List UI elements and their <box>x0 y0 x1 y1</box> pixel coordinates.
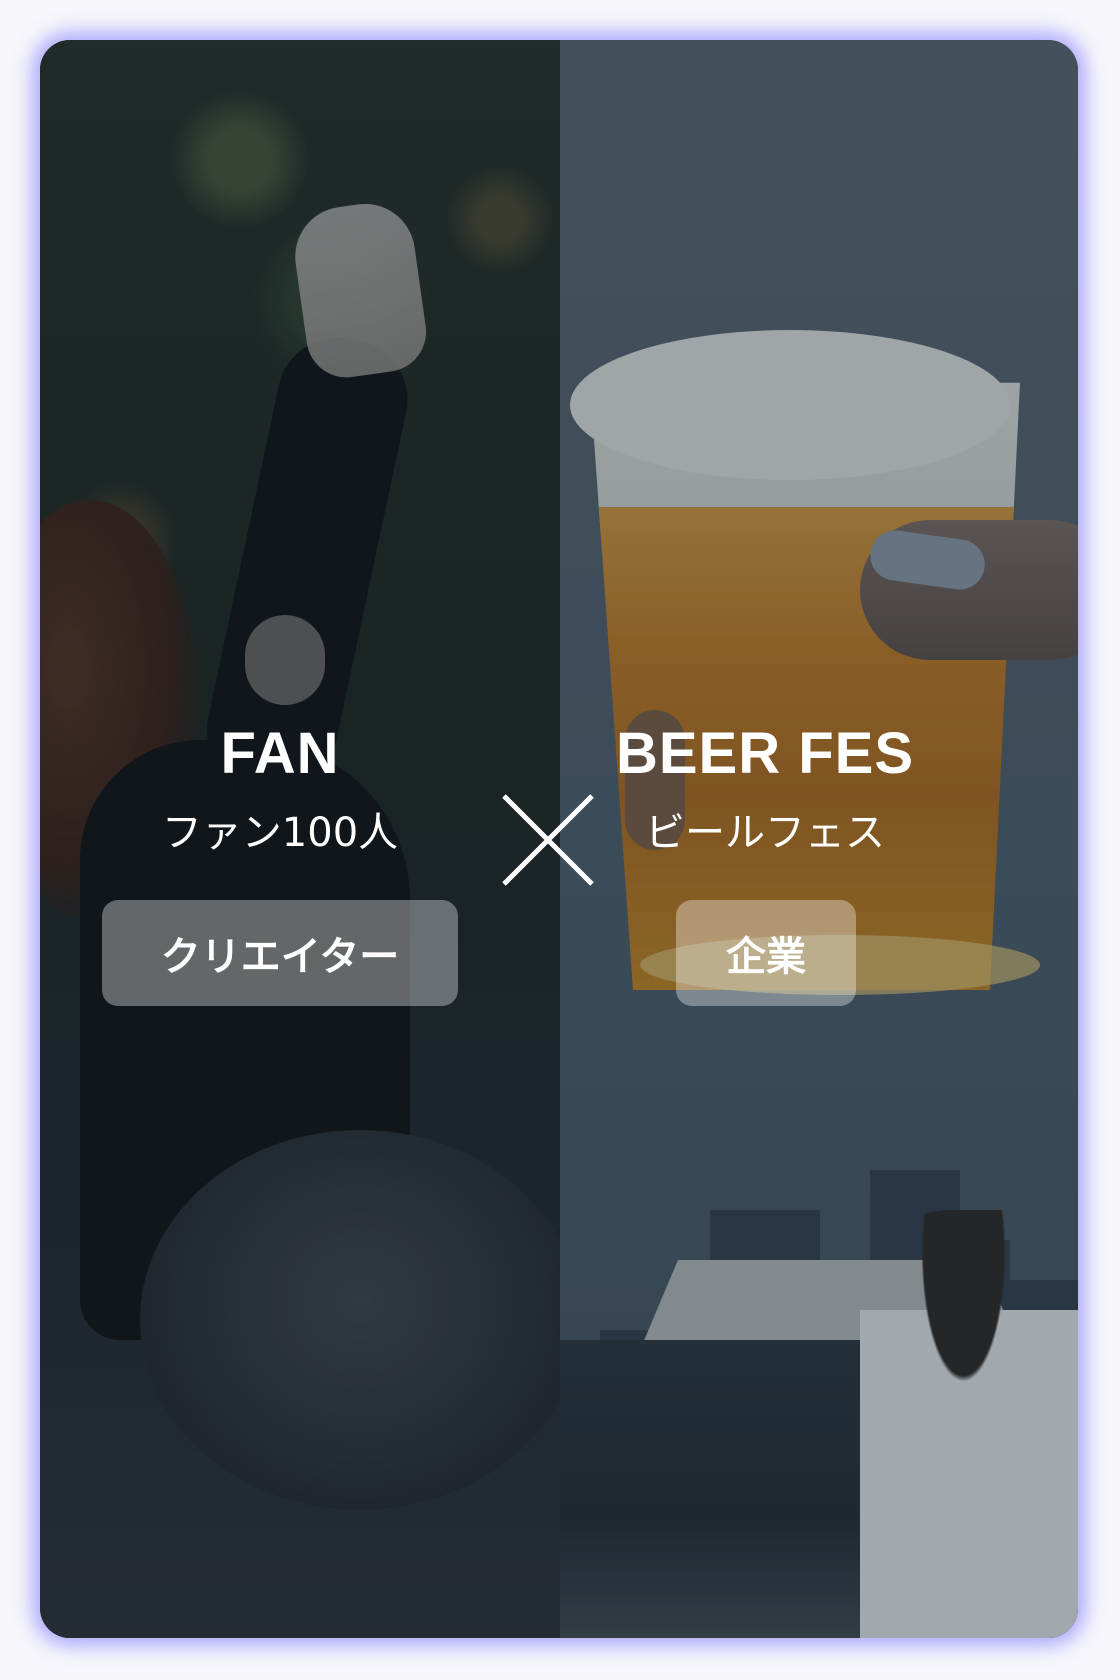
company-tag-button[interactable]: 企業 <box>676 900 856 1006</box>
fan-subtitle: ファン100人 <box>161 810 399 856</box>
beer-fes-title: BEER FES <box>615 721 915 786</box>
collab-card: FAN ファン100人 クリエイター BEER FES ビールフェス 企業 <box>40 40 1078 1638</box>
beer-fes-subtitle: ビールフェス <box>645 810 885 856</box>
fan-title: FAN <box>220 721 340 786</box>
cross-icon <box>502 794 594 886</box>
creator-tag-button[interactable]: クリエイター <box>102 900 458 1006</box>
company-tag-label: 企業 <box>726 934 806 980</box>
creator-tag-label: クリエイター <box>160 934 400 980</box>
